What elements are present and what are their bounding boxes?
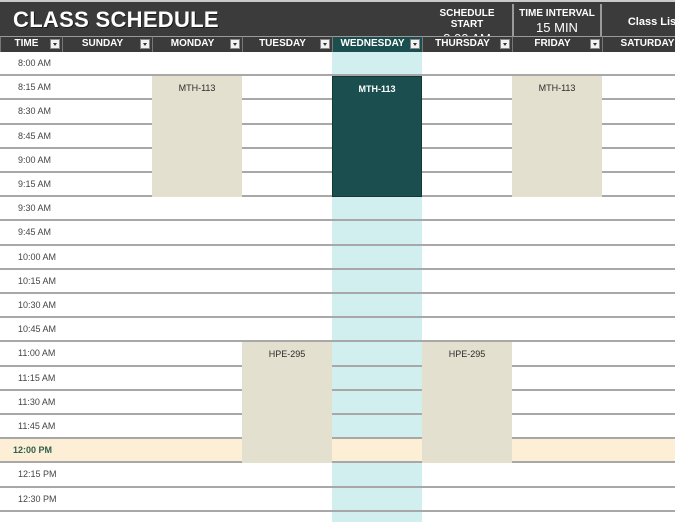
- filter-dropdown-icon[interactable]: [590, 39, 600, 49]
- time-row[interactable]: 10:00 AM: [0, 246, 675, 270]
- filter-dropdown-icon[interactable]: [140, 39, 150, 49]
- time-label: 11:45 AM: [18, 421, 56, 431]
- column-header-label: SUNDAY: [81, 38, 124, 49]
- column-header-label: FRIDAY: [534, 38, 571, 49]
- page-title: CLASS SCHEDULE: [13, 7, 219, 32]
- column-header-label: TUESDAY: [259, 38, 306, 49]
- column-header-friday: FRIDAY: [512, 36, 602, 52]
- filter-dropdown-icon[interactable]: [500, 39, 510, 49]
- time-label: 11:00 AM: [18, 348, 56, 359]
- title-bar: CLASS SCHEDULE SCHEDULE START 8:00 AM TI…: [0, 0, 675, 46]
- time-label: 11:30 AM: [18, 396, 56, 407]
- column-header-wednesday: WEDNESDAY: [332, 36, 422, 52]
- time-label: 11:15 AM: [18, 372, 56, 383]
- time-row[interactable]: 11:15 AM: [0, 367, 675, 391]
- class-list-link[interactable]: Class Lis: [602, 4, 675, 38]
- time-label: 12:15 PM: [18, 469, 57, 480]
- column-header-time: TIME: [0, 36, 62, 52]
- time-label: 9:00 AM: [18, 154, 52, 165]
- time-label: 8:45 AM: [18, 130, 52, 141]
- filter-dropdown-icon[interactable]: [230, 39, 240, 49]
- time-row[interactable]: 12:30 PM: [0, 488, 675, 512]
- time-row[interactable]: 10:30 AM: [0, 294, 675, 319]
- class-block-mth-113-monday[interactable]: MTH-113: [152, 76, 242, 198]
- column-header-saturday: SATURDAY: [602, 36, 675, 52]
- time-label: 8:15 AM: [18, 82, 52, 93]
- current-time-row[interactable]: 12:00 PM: [0, 439, 675, 464]
- schedule-start[interactable]: SCHEDULE START 8:00 AM: [422, 4, 512, 46]
- time-label: 9:15 AM: [18, 179, 52, 189]
- column-header-label: TIME: [14, 38, 39, 49]
- time-label: 12:30 PM: [18, 493, 57, 504]
- time-row[interactable]: 12:15 PM: [0, 463, 675, 488]
- time-label: 10:15 AM: [18, 275, 57, 286]
- time-interval[interactable]: TIME INTERVAL 15 MIN: [512, 4, 602, 38]
- time-label: 12:00 PM: [13, 445, 53, 456]
- schedule-start-label: SCHEDULE START: [439, 8, 495, 30]
- time-row[interactable]: 8:00 AM: [0, 52, 675, 77]
- filter-dropdown-icon[interactable]: [320, 39, 330, 49]
- column-header-label: MONDAY: [170, 38, 215, 49]
- time-label: 10:30 AM: [18, 300, 57, 310]
- class-block-mth-113-wednesday[interactable]: MTH-113: [332, 76, 422, 198]
- column-header-tuesday: TUESDAY: [242, 36, 332, 52]
- time-label: 8:00 AM: [18, 58, 52, 68]
- filter-dropdown-icon[interactable]: [410, 39, 420, 49]
- time-label: 8:30 AM: [18, 106, 52, 117]
- column-header-label: WEDNESDAY: [340, 38, 405, 49]
- column-header-label: SATURDAY: [620, 38, 675, 49]
- column-header-thursday: THURSDAY: [422, 36, 512, 52]
- column-header-sunday: SUNDAY: [62, 36, 152, 52]
- time-row[interactable]: 11:45 AM: [0, 415, 675, 440]
- column-header-label: THURSDAY: [435, 38, 490, 49]
- time-label: 10:45 AM: [18, 324, 57, 335]
- time-row[interactable]: 11:30 AM: [0, 391, 675, 415]
- time-row[interactable]: 9:45 AM: [0, 221, 675, 246]
- class-block-hpe-295-thursday[interactable]: HPE-295: [422, 342, 512, 464]
- time-interval-value[interactable]: 15 MIN: [514, 20, 600, 35]
- class-block-hpe-295-tuesday[interactable]: HPE-295: [242, 342, 332, 464]
- class-list-label[interactable]: Class Lis: [602, 16, 675, 28]
- time-interval-label: TIME INTERVAL: [519, 8, 595, 19]
- time-row[interactable]: 10:45 AM: [0, 318, 675, 343]
- class-block-mth-113-friday[interactable]: MTH-113: [512, 76, 602, 198]
- time-row[interactable]: 11:00 AM: [0, 342, 675, 367]
- time-label: 10:00 AM: [18, 251, 57, 262]
- time-label: 9:45 AM: [18, 227, 52, 238]
- column-header-monday: MONDAY: [152, 36, 242, 52]
- time-row[interactable]: 9:30 AM: [0, 197, 675, 222]
- filter-dropdown-icon[interactable]: [50, 39, 60, 49]
- time-row[interactable]: 10:15 AM: [0, 270, 675, 294]
- time-label: 9:30 AM: [18, 203, 52, 214]
